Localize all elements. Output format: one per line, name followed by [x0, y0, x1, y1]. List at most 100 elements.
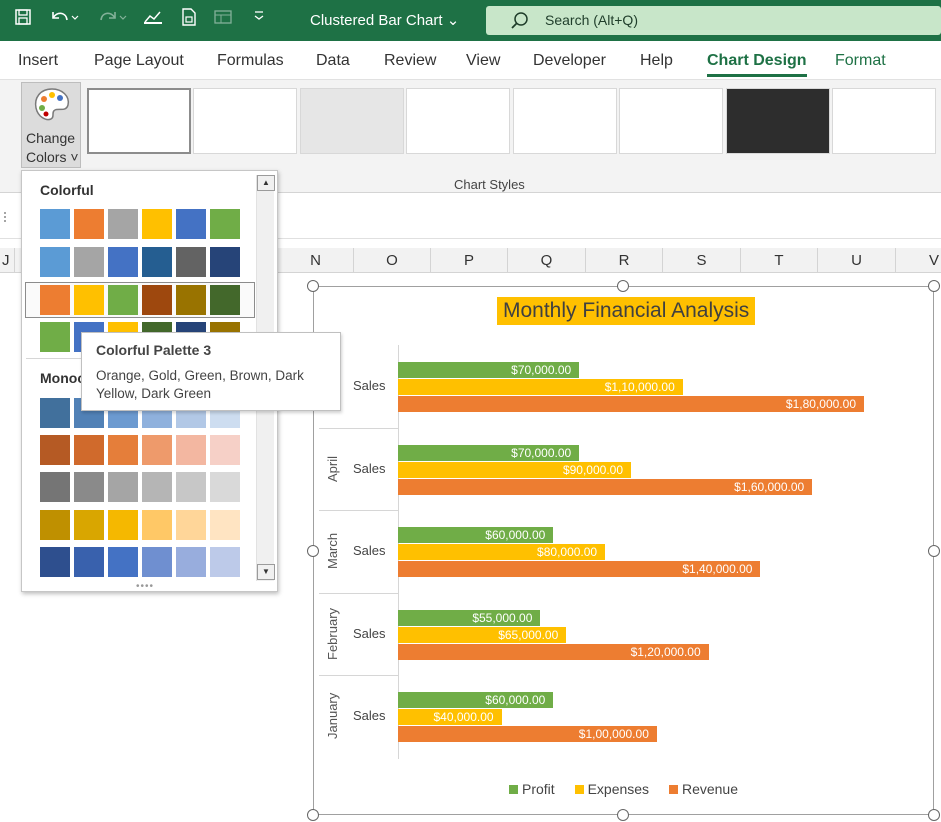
- monochromatic-swatch-4-6[interactable]: [210, 510, 240, 540]
- colorful-swatch-1-3[interactable]: [108, 209, 138, 239]
- monochromatic-swatch-5-6[interactable]: [210, 547, 240, 577]
- tab-page-layout[interactable]: Page Layout: [94, 52, 184, 70]
- column-header-r[interactable]: R: [586, 248, 663, 273]
- monochromatic-swatch-5-2[interactable]: [74, 547, 104, 577]
- chart-style-2[interactable]: [193, 88, 297, 154]
- bar-profit-january[interactable]: $60,000.00: [398, 692, 554, 708]
- colorful-swatch-2-3[interactable]: [108, 247, 138, 277]
- monochromatic-swatch-2-4[interactable]: [142, 435, 172, 465]
- resize-handle-top[interactable]: [617, 280, 629, 292]
- chart-legend[interactable]: Profit Expenses Revenue: [509, 781, 754, 797]
- customize-toolbar-icon[interactable]: [246, 8, 272, 32]
- colorful-swatch-1-2[interactable]: [74, 209, 104, 239]
- tab-formulas[interactable]: Formulas: [217, 52, 284, 70]
- colorful-swatch-2-1[interactable]: [40, 247, 70, 277]
- monochromatic-swatch-2-2[interactable]: [74, 435, 104, 465]
- column-header-n[interactable]: N: [278, 248, 354, 273]
- monochromatic-swatch-4-3[interactable]: [108, 510, 138, 540]
- bar-expenses-march[interactable]: $80,000.00: [398, 544, 606, 560]
- monochromatic-swatch-5-5[interactable]: [176, 547, 206, 577]
- colorful-swatch-2-2[interactable]: [74, 247, 104, 277]
- monochromatic-swatch-3-1[interactable]: [40, 472, 70, 502]
- monochromatic-swatch-3-5[interactable]: [176, 472, 206, 502]
- colorful-swatch-3-1[interactable]: [40, 285, 70, 315]
- legend-item-profit[interactable]: Profit: [509, 781, 555, 797]
- chart-style-7[interactable]: [726, 88, 830, 154]
- monochromatic-swatch-3-3[interactable]: [108, 472, 138, 502]
- clustered-bar-chart[interactable]: Monthly Financial Analysis Sales April Sal…: [313, 286, 934, 815]
- resize-handle-top-right[interactable]: [928, 280, 940, 292]
- monochromatic-swatch-5-1[interactable]: [40, 547, 70, 577]
- chart-style-5[interactable]: [513, 88, 617, 154]
- save-icon[interactable]: [10, 8, 36, 32]
- colorful-swatch-4-1[interactable]: [40, 322, 70, 352]
- monochromatic-swatch-4-4[interactable]: [142, 510, 172, 540]
- column-header-v[interactable]: V: [896, 248, 941, 273]
- resize-handle-left[interactable]: [307, 545, 319, 557]
- column-header-s[interactable]: S: [663, 248, 741, 273]
- colorful-swatch-3-4[interactable]: [142, 285, 172, 315]
- colorful-swatch-1-5[interactable]: [176, 209, 206, 239]
- monochromatic-swatch-3-2[interactable]: [74, 472, 104, 502]
- tab-data[interactable]: Data: [316, 52, 350, 70]
- resize-handle-top-left[interactable]: [307, 280, 319, 292]
- colorful-swatch-1-6[interactable]: [210, 209, 240, 239]
- colorful-swatch-3-5[interactable]: [176, 285, 206, 315]
- tab-view[interactable]: View: [466, 52, 500, 70]
- colorful-swatch-1-1[interactable]: [40, 209, 70, 239]
- resize-handle-bottom[interactable]: [617, 809, 629, 821]
- column-header-j[interactable]: J: [0, 248, 15, 273]
- monochromatic-swatch-5-4[interactable]: [142, 547, 172, 577]
- legend-item-revenue[interactable]: Revenue: [668, 781, 738, 797]
- bar-revenue-january[interactable]: $1,00,000.00: [398, 726, 657, 742]
- monochromatic-swatch-5-3[interactable]: [108, 547, 138, 577]
- bar-revenue-april[interactable]: $1,60,000.00: [398, 478, 813, 495]
- monochromatic-swatch-4-5[interactable]: [176, 510, 206, 540]
- scroll-up-button[interactable]: ▲: [257, 175, 275, 191]
- tab-format[interactable]: Format: [835, 52, 886, 70]
- colorful-swatch-3-3[interactable]: [108, 285, 138, 315]
- tab-chart-design[interactable]: Chart Design: [707, 52, 807, 77]
- monochromatic-swatch-2-6[interactable]: [210, 435, 240, 465]
- legend-item-expenses[interactable]: Expenses: [574, 781, 649, 797]
- redo-icon[interactable]: [94, 8, 130, 32]
- column-header-t[interactable]: T: [741, 248, 818, 273]
- monochromatic-swatch-3-4[interactable]: [142, 472, 172, 502]
- colorful-swatch-2-4[interactable]: [142, 247, 172, 277]
- column-header-o[interactable]: O: [354, 248, 431, 273]
- tab-insert[interactable]: Insert: [18, 52, 58, 70]
- column-header-p[interactable]: P: [431, 248, 508, 273]
- document-icon[interactable]: [176, 8, 202, 32]
- bar-profit-april[interactable]: $70,000.00: [398, 444, 580, 461]
- monochromatic-swatch-3-6[interactable]: [210, 472, 240, 502]
- tab-help[interactable]: Help: [640, 52, 673, 70]
- bar-profit-february[interactable]: $55,000.00: [398, 609, 541, 626]
- tab-developer[interactable]: Developer: [533, 52, 606, 70]
- search-box[interactable]: Search (Alt+Q): [486, 6, 941, 35]
- change-colors-button[interactable]: Change Colors ˅: [21, 82, 81, 168]
- bar-profit-may[interactable]: $70,000.00: [398, 362, 580, 378]
- bar-expenses-february[interactable]: $65,000.00: [398, 626, 567, 643]
- monochromatic-swatch-2-3[interactable]: [108, 435, 138, 465]
- bar-revenue-march[interactable]: $1,40,000.00: [398, 561, 761, 577]
- form-icon[interactable]: [210, 8, 236, 32]
- colorful-swatch-1-4[interactable]: [142, 209, 172, 239]
- chart-style-3[interactable]: [300, 88, 404, 154]
- bar-expenses-may[interactable]: $1,10,000.00: [398, 379, 683, 395]
- monochromatic-swatch-2-1[interactable]: [40, 435, 70, 465]
- resize-grip-icon[interactable]: ••••: [136, 581, 154, 592]
- monochromatic-swatch-4-1[interactable]: [40, 510, 70, 540]
- monochromatic-swatch-2-5[interactable]: [176, 435, 206, 465]
- chart-icon[interactable]: [140, 8, 166, 32]
- bar-expenses-january[interactable]: $40,000.00: [398, 709, 502, 725]
- bar-revenue-february[interactable]: $1,20,000.00: [398, 643, 709, 660]
- resize-handle-right[interactable]: [928, 545, 940, 557]
- column-header-q[interactable]: Q: [508, 248, 586, 273]
- colorful-swatch-3-2[interactable]: [74, 285, 104, 315]
- monochromatic-swatch-1-1[interactable]: [40, 398, 70, 428]
- colorful-swatch-3-6[interactable]: [210, 285, 240, 315]
- monochromatic-swatch-4-2[interactable]: [74, 510, 104, 540]
- undo-icon[interactable]: [46, 8, 82, 32]
- colorful-swatch-2-5[interactable]: [176, 247, 206, 277]
- bar-expenses-april[interactable]: $90,000.00: [398, 461, 631, 478]
